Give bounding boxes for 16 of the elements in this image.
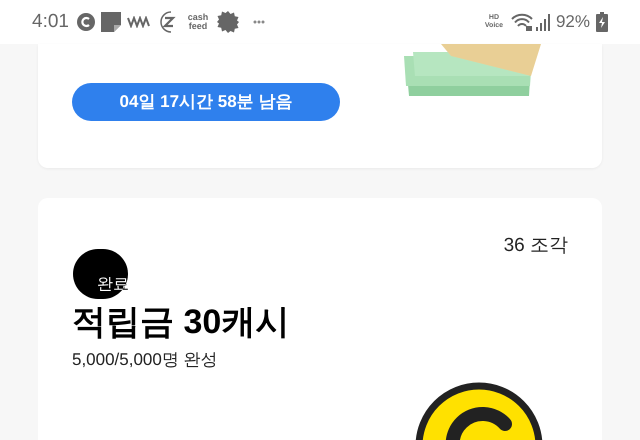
note-icon [100, 12, 121, 32]
progress-text: 5,000/5,000명 완성 [72, 348, 219, 370]
badge-icon [216, 11, 239, 33]
clock-time: 4:01 [32, 10, 69, 34]
battery-charging-icon [596, 12, 608, 32]
signal-icon [534, 13, 553, 31]
countdown-pill[interactable]: 04일 17시간 58분 남음 [72, 83, 340, 121]
cash-feed-logo: cash feed [186, 13, 210, 31]
coin-icon [415, 380, 543, 440]
battery-percent: 92% [556, 11, 590, 34]
wifi-icon [510, 13, 533, 31]
pieces-count: 36 조각 [504, 234, 568, 258]
reward-title: 적립금 30캐시 [72, 302, 290, 342]
letter-c-icon [76, 13, 95, 31]
wave-logo-icon [126, 16, 151, 28]
more-icon [252, 20, 265, 24]
